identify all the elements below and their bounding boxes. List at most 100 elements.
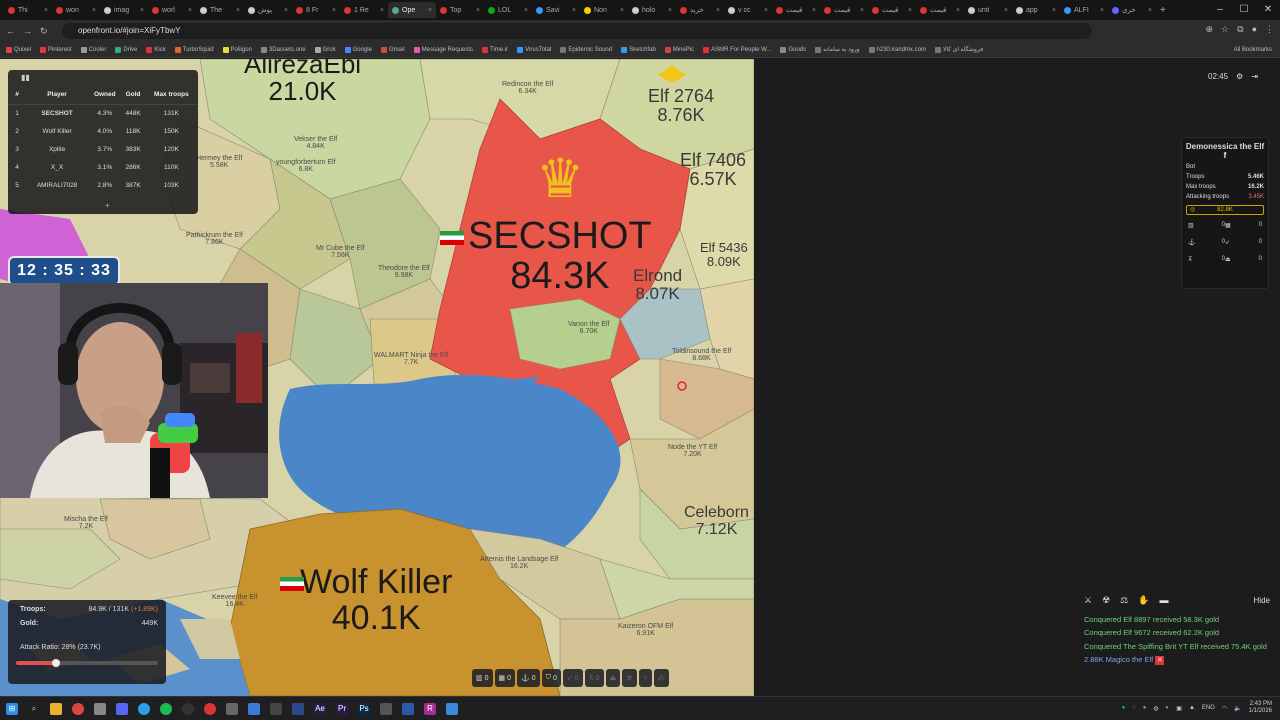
map-player-label[interactable]: Hermey the Elf 5.58K [196,155,242,170]
tray-icon[interactable]: ◐ [1166,705,1170,711]
menu-icon[interactable]: ⋮ [1265,24,1274,35]
bookmark-item[interactable]: Drive [115,46,137,53]
reload-icon[interactable]: ↻ [40,26,48,37]
close-tab-icon[interactable]: × [476,7,480,14]
close-tab-icon[interactable]: × [716,7,720,14]
bookmark-item[interactable]: Message Requests [413,46,473,53]
nuke-filter-icon[interactable]: ☢ [1102,595,1110,606]
rider-icon[interactable]: R [424,702,436,715]
hide-events-button[interactable]: Hide [1254,596,1270,605]
browser-tab[interactable]: app × [1012,2,1060,18]
attack-ratio-knob[interactable] [51,659,60,667]
bookmark-item[interactable]: Sketchfab [621,46,656,53]
bookmark-item[interactable]: h230.irandmx.com [868,46,926,53]
leaderboard-expand-button[interactable]: + [105,201,110,210]
leaderboard-row[interactable]: 1 SECSHOT 4.3% 448K 131K [8,104,198,122]
browser-tab[interactable]: 8 Fr × [292,2,340,18]
leaderboard-row[interactable]: 4 X_X 3.1% 286K 110K [8,158,198,176]
map-player-label[interactable]: Vanon the Elf 6.70K [568,321,610,336]
maximize-icon[interactable]: ☐ [1232,0,1256,20]
close-tab-icon[interactable]: × [140,7,144,14]
after-effects-icon[interactable]: Ae [314,702,326,715]
sword-icon[interactable]: ⚔ [1084,595,1092,606]
browser-tab[interactable]: imag × [100,2,148,18]
bookmark-item[interactable]: MinePic [664,46,694,53]
close-tab-icon[interactable]: × [956,7,960,14]
leaderboard-row[interactable]: 2 Wolf Killer 4.0% 118K 150K [8,122,198,140]
tray-icon[interactable]: ▣ [1176,705,1182,712]
app-icon[interactable] [248,702,260,715]
bookmark-item[interactable]: Cooler [80,46,106,53]
tray-icon[interactable]: ◍ [1153,705,1158,712]
app-icon[interactable] [446,702,458,715]
browser-tab[interactable]: won × [52,2,100,18]
map-player-label[interactable]: Pathickrum the Elf 7.86K [186,232,243,247]
port-build-button[interactable]: ⚓ 0 [517,669,540,687]
browser-tab[interactable]: Non × [580,2,628,18]
close-tab-icon[interactable]: × [1052,7,1056,14]
stats-chart-icon[interactable]: ▮▮ [21,73,30,82]
map-player-label[interactable]: Kaizeron OFM Elf 6.91K [618,623,673,638]
profile-icon[interactable]: ● [1252,24,1257,35]
close-tab-icon[interactable]: × [524,7,528,14]
map-player-label[interactable]: Elf 2764 8.76K [648,87,714,125]
factory-build-button[interactable]: ▦ 0 [494,669,516,687]
map-player-label[interactable]: SECSHOT 84.3K [468,216,652,297]
browser-tab[interactable]: قیمت × [868,2,916,18]
close-tab-icon[interactable]: × [1148,7,1152,14]
volume-icon[interactable]: 🔈 [1234,705,1241,712]
close-tab-icon[interactable]: × [860,7,864,14]
defense-build-button[interactable]: ⛉ 0 [541,669,561,687]
star-icon[interactable]: ☆ [1221,24,1229,35]
leaderboard-header[interactable]: Gold [121,86,145,105]
app-icon[interactable] [292,702,304,715]
leaderboard-header[interactable]: # [8,86,26,105]
hydrogen-build-button[interactable]: ♆ [638,669,652,687]
obs-icon[interactable] [182,702,194,715]
browser-tab[interactable]: خری × [1108,2,1156,18]
sam-build-button[interactable]: ⊼ 0 [584,669,604,687]
map-player-label[interactable]: Celeborn 7.12K [684,504,749,539]
map-player-label[interactable]: youngforberturn Elf 6.8K [276,159,336,174]
browser-tab[interactable]: ALFI × [1060,2,1108,18]
minimize-icon[interactable]: – [1208,0,1232,20]
bookmark-item[interactable]: Epidemic Sound [560,46,612,53]
close-tab-icon[interactable]: × [668,7,672,14]
back-icon[interactable]: ← [6,26,15,36]
close-tab-icon[interactable]: × [44,7,48,14]
app-icon[interactable] [204,702,216,715]
map-player-label[interactable]: Artemis the Landsage Elf 16.2K [480,556,558,571]
all-bookmarks-link[interactable]: All Bookmarks [1234,47,1272,53]
new-tab-icon[interactable]: + [1160,5,1166,16]
leaderboard-header[interactable]: Max troops [144,86,198,105]
settings-icon[interactable]: ⚙ [1236,72,1243,81]
wifi-icon[interactable]: ◠ [1222,705,1227,712]
leaderboard-row[interactable]: 3 Xplite 3.7% 383K 120K [8,140,198,158]
url-field[interactable]: openfront.io/#join=XiFyTbwY [62,23,1092,39]
browser-tab[interactable]: Top × [436,2,484,18]
browser-tab[interactable]: 1 Re × [340,2,388,18]
photoshop-icon[interactable]: Ps [358,702,370,715]
language-indicator[interactable]: ENG [1202,705,1215,711]
tray-icon[interactable]: ● [1122,705,1126,711]
browser-tab[interactable]: LOL × [484,2,532,18]
close-tab-icon[interactable]: × [620,7,624,14]
map-player-label[interactable]: Vekser the Elf 4.84K [294,136,337,151]
browser-tab[interactable]: Savi × [532,2,580,18]
close-tab-icon[interactable]: × [1100,7,1104,14]
close-window-icon[interactable]: ✕ [1256,0,1280,20]
close-tab-icon[interactable]: × [1004,7,1008,14]
spotify-icon[interactable] [160,702,172,715]
system-clock[interactable]: 2:43 PM 1/1/2026 [1249,701,1272,715]
close-tab-icon[interactable]: × [284,7,288,14]
file-explorer-icon[interactable] [50,702,62,715]
close-tab-icon[interactable]: × [908,7,912,14]
map-player-label[interactable]: Keevee the Elf 16.4K [212,594,258,609]
bookmark-item[interactable]: Gmail [380,46,405,53]
map-player-label[interactable]: Elf 7406 6.57K [680,151,746,189]
tray-icon[interactable]: ▲ [1189,705,1195,711]
map-player-label[interactable]: AlirezaEbi 21.0K [244,59,361,106]
tray-icon[interactable]: ◌ [1132,705,1136,711]
trade-icon[interactable]: ⚖ [1120,595,1128,606]
attack-ratio-slider[interactable] [16,659,158,667]
